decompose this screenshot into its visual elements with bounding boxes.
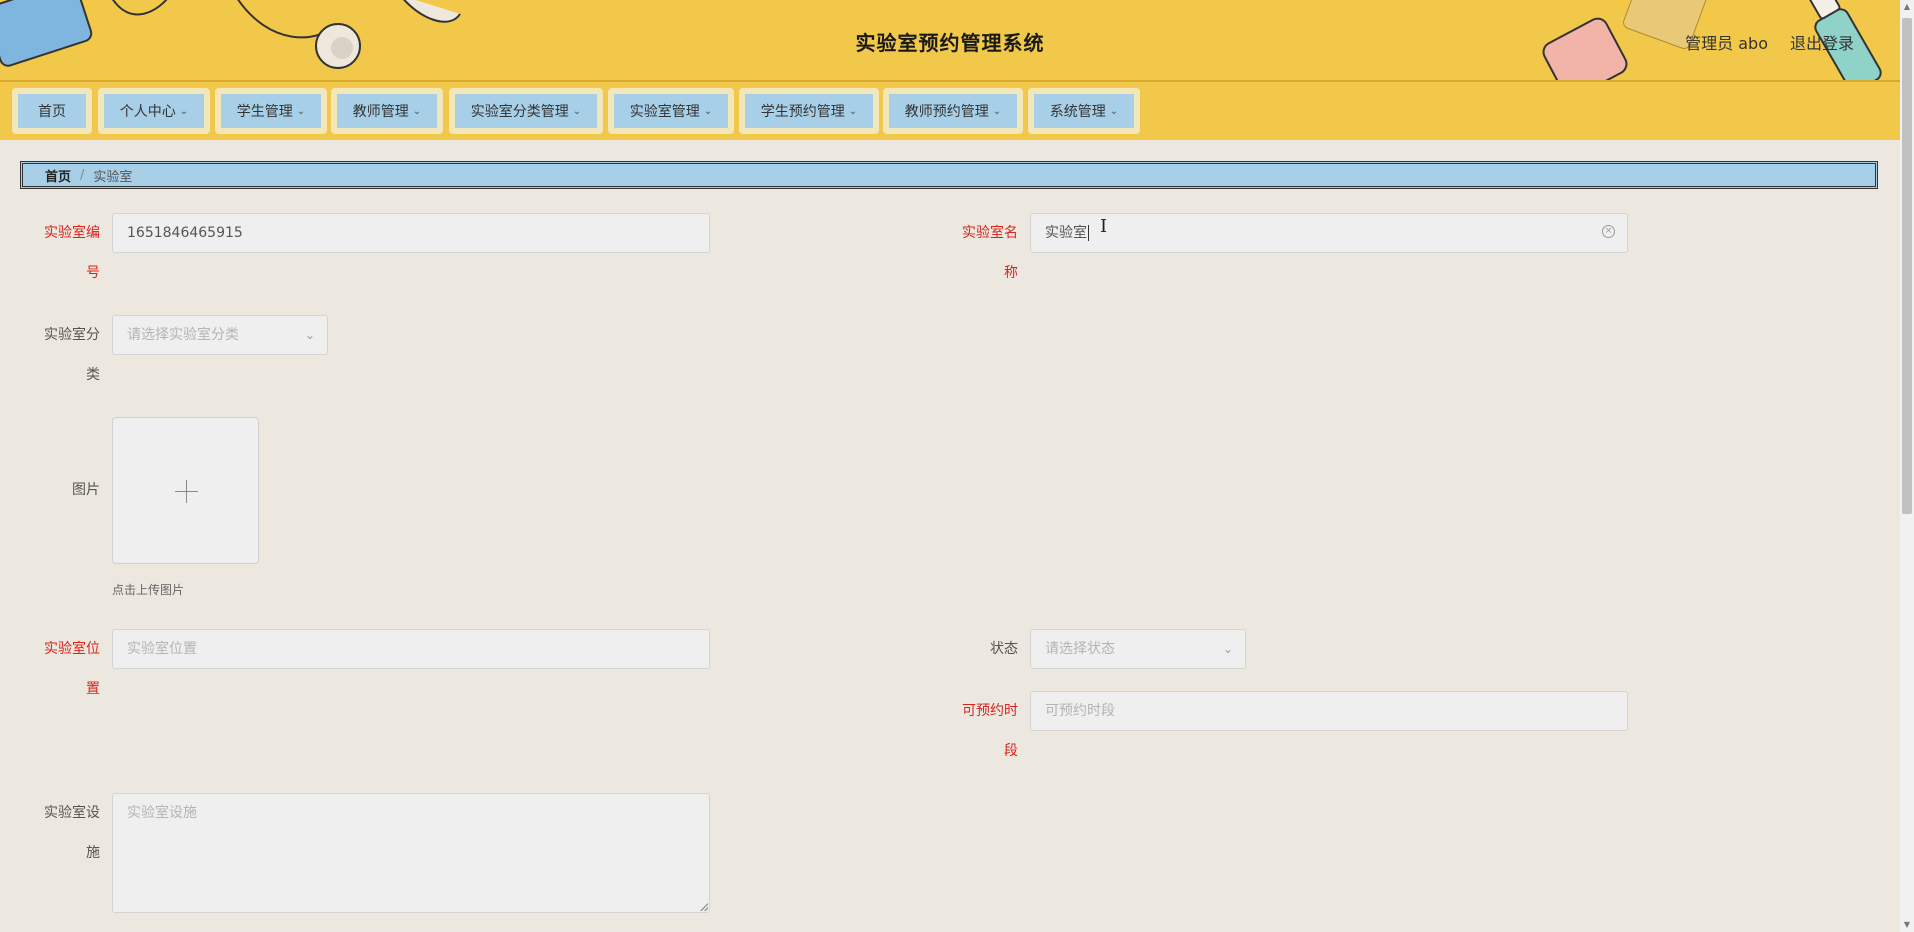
nav-item-label: 实验室管理: [629, 104, 700, 120]
breadcrumb-separator: /: [80, 167, 85, 183]
lab-location-placeholder: 实验室位置: [127, 641, 197, 657]
chevron-down-icon: ⌄: [304, 328, 315, 342]
logout-link[interactable]: 退出登录: [1790, 30, 1854, 54]
scrollbar-thumb[interactable]: [1902, 18, 1912, 514]
chevron-down-icon: ⌄: [412, 105, 422, 117]
chevron-down-icon: ⌄: [1109, 105, 1119, 117]
image-upload-tip: 点击上传图片: [112, 583, 185, 597]
chevron-down-icon: ⌄: [572, 105, 582, 117]
main-nav: 首页 个人中心 ⌄ 学生管理 ⌄ 教师管理 ⌄ 实验室分类管理 ⌄ 实验室管理 …: [0, 82, 1900, 140]
status-select[interactable]: 请选择状态 ⌄: [1030, 629, 1246, 669]
current-user: 管理员 abo: [1685, 34, 1768, 53]
nav-item-label: 系统管理: [1049, 104, 1106, 120]
booking-slots-placeholder: 可预约时段: [1045, 703, 1115, 719]
scroll-down-arrow-icon[interactable]: ▼: [1900, 918, 1914, 932]
nav-item-student-booking-mgmt[interactable]: 学生预约管理 ⌄: [739, 88, 879, 134]
chevron-down-icon: ⌄: [992, 105, 1002, 117]
nav-item-label: 首页: [38, 104, 66, 120]
page-scrollbar[interactable]: ▲ ▼: [1900, 0, 1914, 932]
lab-equipment-textarea[interactable]: 实验室设施: [112, 793, 710, 913]
nav-item-label: 学生管理: [236, 104, 293, 120]
breadcrumb-home[interactable]: 首页: [45, 166, 71, 185]
lab-name-field[interactable]: 实验室 ×: [1030, 213, 1628, 253]
status-label: 状态: [990, 641, 1018, 657]
chevron-down-icon: ⌄: [848, 105, 858, 117]
nav-item-home[interactable]: 首页: [12, 88, 92, 134]
lab-no-field[interactable]: 1651846465915: [112, 213, 710, 253]
lab-name-value: 实验室: [1045, 225, 1087, 241]
lab-category-placeholder: 请选择实验室分类: [127, 327, 239, 343]
nav-item-lab-category-mgmt[interactable]: 实验室分类管理 ⌄: [449, 88, 603, 134]
booking-slots-label: 可预约时 段: [962, 703, 1018, 759]
lab-equipment-label: 实验室设 施: [44, 805, 100, 861]
nav-item-label: 个人中心: [119, 104, 176, 120]
lab-name-label: 实验室名 称: [962, 225, 1018, 281]
image-label: 图片: [72, 482, 100, 498]
nav-item-label: 教师管理: [352, 104, 409, 120]
nav-item-label: 实验室分类管理: [470, 104, 569, 120]
chevron-down-icon: ⌄: [179, 105, 189, 117]
nav-item-teacher-booking-mgmt[interactable]: 教师预约管理 ⌄: [883, 88, 1023, 134]
lab-location-field[interactable]: 实验室位置: [112, 629, 710, 669]
breadcrumb: 首页 / 实验室: [20, 161, 1878, 189]
chevron-down-icon: ⌄: [296, 105, 306, 117]
header: 实验室预约管理系统 管理员 abo 退出登录: [0, 0, 1900, 82]
scroll-up-arrow-icon[interactable]: ▲: [1900, 0, 1914, 14]
plus-icon: [186, 480, 187, 503]
nav-item-teacher-mgmt[interactable]: 教师管理 ⌄: [331, 88, 443, 134]
text-cursor-icon: I: [1100, 216, 1108, 237]
image-upload[interactable]: [112, 417, 259, 564]
nav-item-label: 教师预约管理: [904, 104, 989, 120]
nav-item-system-mgmt[interactable]: 系统管理 ⌄: [1028, 88, 1140, 134]
nav-item-personal-center[interactable]: 个人中心 ⌄: [98, 88, 210, 134]
nav-item-label: 学生预约管理: [760, 104, 845, 120]
clear-circle-icon[interactable]: ×: [1602, 225, 1615, 238]
breadcrumb-current: 实验室: [93, 169, 133, 185]
text-caret: [1088, 225, 1089, 241]
status-placeholder: 请选择状态: [1045, 641, 1115, 657]
lab-no-label: 实验室编 号: [44, 225, 100, 281]
chevron-down-icon: ⌄: [1222, 642, 1233, 656]
lab-no-value: 1651846465915: [127, 225, 243, 241]
page: 实验室预约管理系统 管理员 abo 退出登录 首页 个人中心 ⌄ 学生管理 ⌄ …: [0, 0, 1914, 932]
nav-item-student-mgmt[interactable]: 学生管理 ⌄: [215, 88, 327, 134]
chevron-down-icon: ⌄: [703, 105, 713, 117]
nav-item-lab-mgmt[interactable]: 实验室管理 ⌄: [608, 88, 734, 134]
lab-category-select[interactable]: 请选择实验室分类 ⌄: [112, 315, 328, 355]
lab-location-label: 实验室位 置: [44, 641, 100, 697]
app-title: 实验室预约管理系统: [855, 31, 1045, 55]
lab-equipment-placeholder: 实验室设施: [127, 805, 197, 821]
booking-slots-field[interactable]: 可预约时段: [1030, 691, 1628, 731]
lab-category-label: 实验室分 类: [44, 327, 100, 383]
resize-handle-icon[interactable]: [700, 903, 708, 911]
